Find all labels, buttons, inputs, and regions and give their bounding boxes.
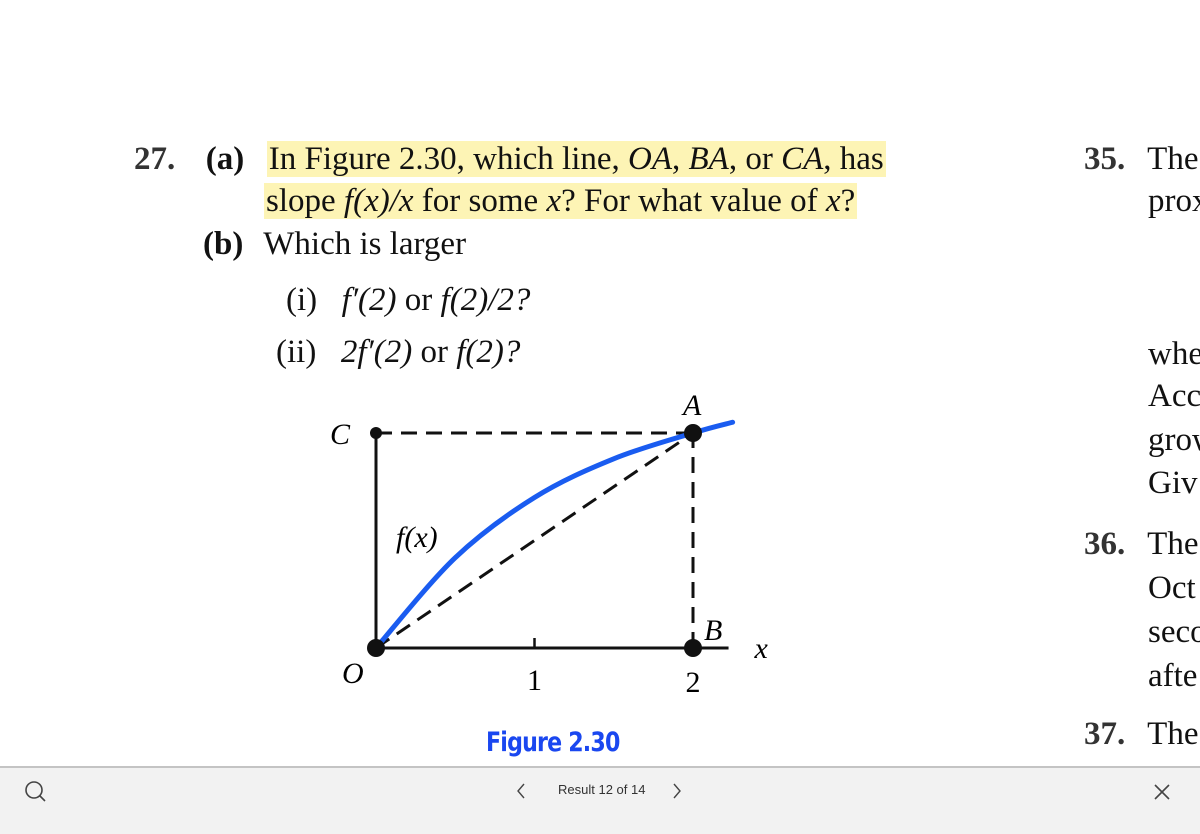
point-c: [370, 427, 382, 439]
label-x-axis: x: [754, 632, 769, 665]
label-o: O: [342, 657, 364, 690]
text: grow: [1148, 422, 1200, 458]
search-results-bar: Result 12 of 14: [0, 766, 1200, 834]
text: seco: [1148, 614, 1200, 650]
problem-35-line-1: 35. The: [1084, 139, 1198, 179]
point-a: [684, 424, 702, 442]
figure-2-30: A B C O f(x) x 1 2: [330, 389, 769, 699]
figure-caption: Figure 2.30: [486, 727, 620, 758]
problem-number: 37.: [1084, 716, 1126, 752]
problem-37-line-1: 37. The: [1084, 714, 1198, 754]
close-icon[interactable]: [1153, 783, 1171, 806]
problem-number: 35.: [1084, 141, 1126, 177]
text: afte: [1148, 658, 1198, 694]
document-page: 27. (a) In Figure 2.30, which line, OA, …: [0, 0, 1200, 766]
text: The: [1147, 716, 1199, 752]
label-f-of-x: f(x): [396, 521, 438, 554]
tick-label-1: 1: [527, 664, 542, 697]
text: The: [1147, 526, 1199, 562]
chevron-right-icon[interactable]: [671, 782, 683, 805]
search-icon[interactable]: [24, 780, 48, 809]
text: Acc: [1148, 378, 1200, 414]
label-c: C: [330, 418, 351, 451]
point-b: [684, 639, 702, 657]
label-a: A: [681, 389, 702, 422]
chevron-left-icon[interactable]: [515, 782, 527, 805]
text: The: [1147, 141, 1199, 177]
label-b: B: [704, 614, 722, 647]
result-count: Result 12 of 14: [558, 782, 646, 797]
text: prox: [1148, 183, 1200, 219]
problem-36-line-1: 36. The: [1084, 524, 1198, 564]
text: Oct: [1148, 570, 1196, 606]
text: whe: [1148, 336, 1200, 372]
text: Giv: [1148, 465, 1198, 501]
point-o: [367, 639, 385, 657]
problem-number: 36.: [1084, 526, 1126, 562]
tick-label-2: 2: [686, 666, 701, 699]
